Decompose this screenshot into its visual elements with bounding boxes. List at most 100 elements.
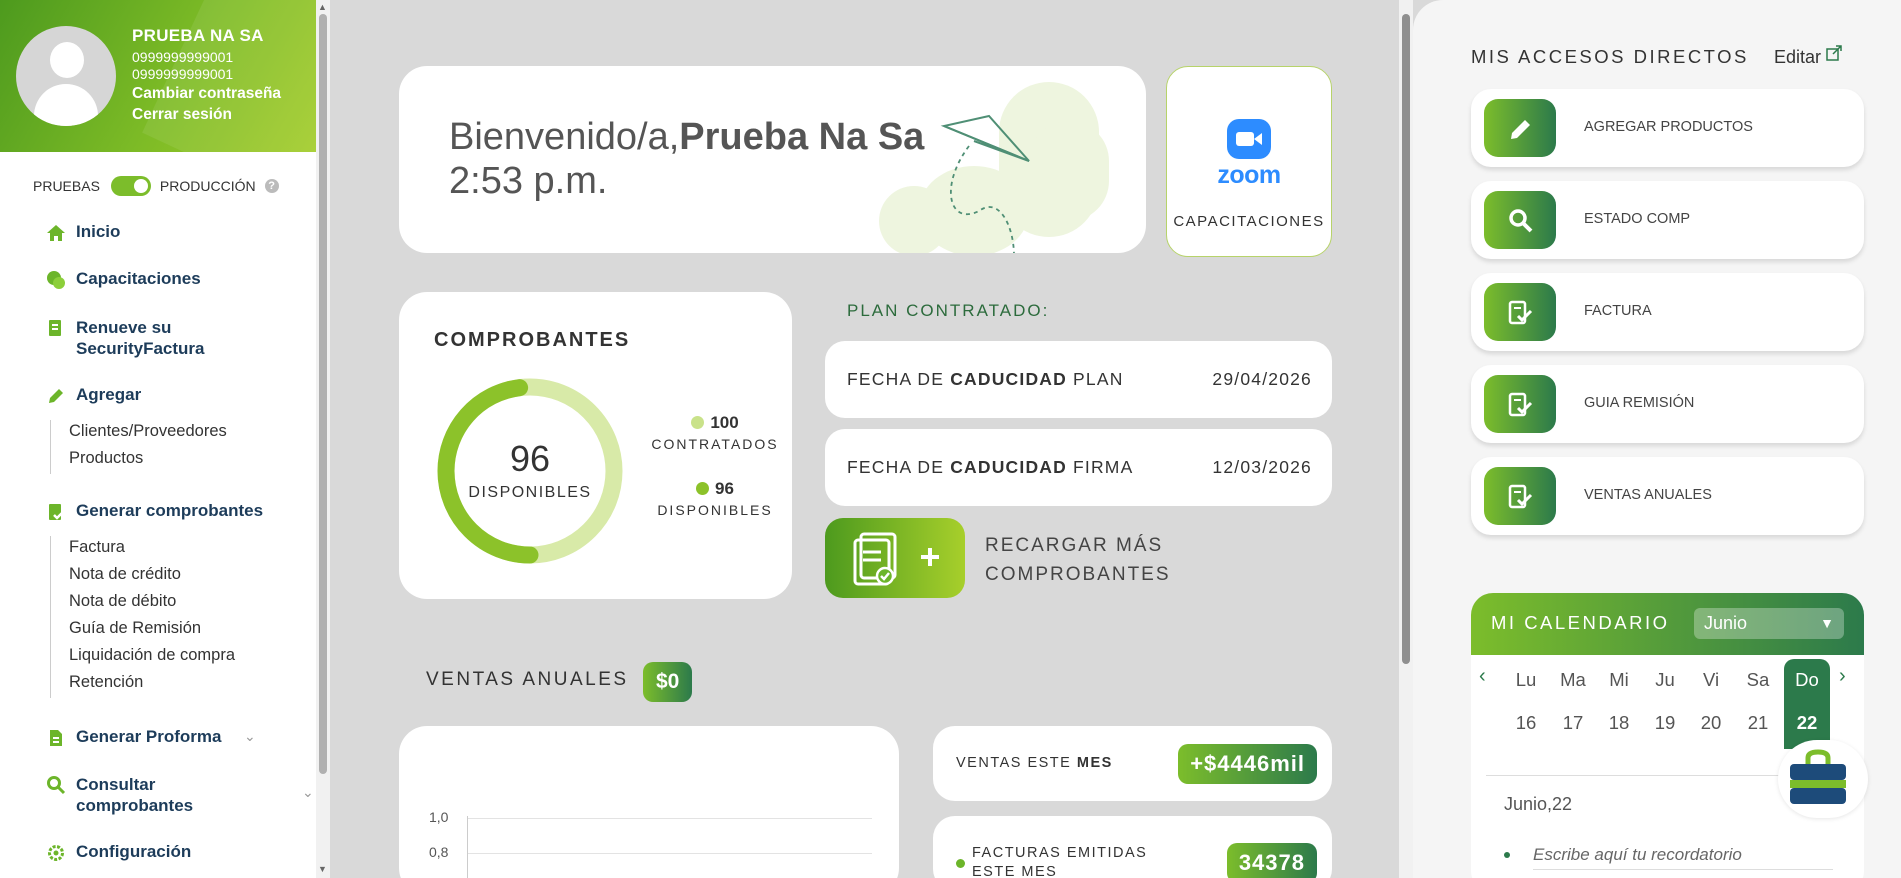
submenu-guide bbox=[50, 536, 51, 698]
company-name: PRUEBA NA SA bbox=[132, 26, 264, 45]
current-time: 2:53 p.m. bbox=[449, 160, 608, 202]
legend-disponibles: 96 DISPONIBLES bbox=[645, 479, 785, 518]
nav-consultar[interactable]: Consultar comprobantes bbox=[46, 774, 193, 816]
avatar bbox=[16, 26, 116, 126]
calendar-date[interactable]: 19 bbox=[1645, 712, 1685, 734]
document-check-icon bbox=[49, 504, 65, 520]
recharge-text-line2: COMPROBANTES bbox=[985, 564, 1171, 585]
home-icon bbox=[47, 225, 65, 241]
month-select[interactable]: Junio ▼ bbox=[1694, 608, 1844, 639]
weekday-label: Lu bbox=[1515, 669, 1537, 690]
document-check-icon bbox=[1508, 484, 1533, 509]
pencil-icon bbox=[1511, 120, 1530, 139]
sidebar-scrollbar[interactable]: ▲ ▼ bbox=[316, 0, 330, 878]
help-icon[interactable]: ? bbox=[264, 179, 279, 193]
legend-value: 96 bbox=[715, 479, 734, 498]
shortcut-guia-remision[interactable]: GUIA REMISIÓN bbox=[1471, 365, 1864, 443]
nav-label: Generar comprobantes bbox=[76, 501, 264, 520]
chevron-down-icon[interactable]: ⌄ bbox=[244, 728, 256, 745]
legend-value: 100 bbox=[710, 413, 739, 432]
nav-sub-nota-debito[interactable]: Nota de débito bbox=[69, 592, 176, 611]
nav-sub-clientes[interactable]: Clientes/Proveedores bbox=[69, 422, 227, 441]
main-scrollbar[interactable] bbox=[1399, 0, 1413, 878]
monthly-invoices-card: FACTURAS EMITIDAS ESTE MES 34378 bbox=[933, 816, 1332, 878]
annual-sales-badge: $0 bbox=[643, 662, 693, 702]
reminder-input[interactable]: Escribe aquí tu recordatorio bbox=[1533, 845, 1742, 865]
nav-sub-liquidacion[interactable]: Liquidación de compra bbox=[69, 646, 235, 665]
monthly-sales-badge: +$4446mil bbox=[1178, 744, 1317, 784]
calendar-date[interactable]: 21 bbox=[1738, 712, 1778, 734]
chevron-down-icon[interactable]: ⌄ bbox=[302, 784, 314, 801]
zoom-camera-icon bbox=[1227, 119, 1271, 159]
recharge-text[interactable]: RECARGAR MÁS COMPROBANTES bbox=[985, 531, 1171, 589]
calendar-date[interactable]: 16 bbox=[1506, 712, 1546, 734]
zoom-training-card[interactable]: zoom CAPACITACIONES bbox=[1166, 66, 1332, 257]
welcome-user: Prueba Na Sa bbox=[679, 116, 925, 158]
weekday-label: Mi bbox=[1609, 669, 1629, 690]
welcome-card: Bienvenido/a,Prueba Na Sa 2:53 p.m. bbox=[399, 66, 1146, 253]
monthly-sales-prefix: VENTAS ESTE bbox=[956, 755, 1077, 771]
calendar-date[interactable]: 18 bbox=[1599, 712, 1639, 734]
nav-configuracion[interactable]: Configuración bbox=[46, 842, 191, 863]
legend-contratados: 100 CONTRATADOS bbox=[645, 413, 785, 452]
shortcut-agregar-productos[interactable]: AGREGAR PRODUCTOS bbox=[1471, 89, 1864, 167]
search-icon bbox=[1509, 209, 1533, 233]
signature-expiry-prefix: FECHA DE bbox=[847, 457, 951, 477]
calendar-date-today[interactable]: 22 bbox=[1787, 712, 1827, 734]
nav-generar[interactable]: Generar comprobantes bbox=[46, 501, 263, 522]
month-select-value: Junio bbox=[1704, 613, 1748, 633]
nav-label: Inicio bbox=[76, 222, 121, 241]
shortcut-factura[interactable]: FACTURA bbox=[1471, 273, 1864, 351]
floating-support-button[interactable] bbox=[1778, 740, 1868, 818]
recharge-button[interactable] bbox=[825, 518, 965, 598]
document-check-icon bbox=[1508, 300, 1533, 325]
nav-sub-factura[interactable]: Factura bbox=[69, 538, 125, 557]
shortcut-label: FACTURA bbox=[1584, 303, 1652, 319]
recharge-text-line1: RECARGAR MÁS bbox=[985, 535, 1164, 556]
nav-sub-productos[interactable]: Productos bbox=[69, 449, 143, 468]
annual-sales-title: VENTAS ANUALES bbox=[426, 669, 629, 690]
chart-gridline bbox=[467, 853, 872, 854]
plus-icon bbox=[921, 548, 939, 566]
search-icon bbox=[47, 776, 66, 795]
nav-agregar[interactable]: Agregar bbox=[46, 385, 141, 406]
env-switch[interactable] bbox=[110, 176, 151, 196]
monthly-invoices-badge: 34378 bbox=[1226, 843, 1317, 878]
shortcut-ventas-anuales[interactable]: VENTAS ANUALES bbox=[1471, 457, 1864, 535]
nav-renueve[interactable]: Renueve su SecurityFactura bbox=[46, 317, 205, 359]
change-password-link[interactable]: Cambiar contraseña bbox=[132, 83, 281, 104]
nav-capacitaciones[interactable]: Capacitaciones bbox=[46, 269, 201, 290]
plan-expiry-row: FECHA DE CADUCIDAD PLAN 29/04/2026 bbox=[825, 341, 1332, 418]
selected-date-label: Junio,22 bbox=[1504, 794, 1573, 814]
calendar-prev-button[interactable]: ‹ bbox=[1479, 665, 1486, 688]
caret-down-icon: ▼ bbox=[1820, 615, 1834, 631]
nav-inicio[interactable]: Inicio bbox=[46, 222, 120, 243]
legend-label: DISPONIBLES bbox=[657, 502, 773, 518]
signature-expiry-suffix: FIRMA bbox=[1066, 457, 1134, 477]
shortcut-estado-comp[interactable]: ESTADO COMP bbox=[1471, 181, 1864, 259]
zoom-card-label: CAPACITACIONES bbox=[1173, 213, 1325, 230]
nav-sub-nota-credito[interactable]: Nota de crédito bbox=[69, 565, 181, 584]
bullet-icon bbox=[1504, 852, 1510, 858]
right-scrollbar[interactable] bbox=[1887, 0, 1901, 878]
company-ruc-secondary: 0999999999001 bbox=[132, 66, 234, 82]
nav-proforma[interactable]: Generar Proforma bbox=[46, 727, 222, 748]
comprobantes-card: COMPROBANTES 96 DISPONIBLES 100 CONTRATA… bbox=[399, 292, 792, 599]
legend-dot bbox=[691, 416, 705, 429]
calendar-header: MI CALENDARIO Junio ▼ bbox=[1471, 593, 1864, 655]
calendar-next-button[interactable]: › bbox=[1839, 665, 1846, 688]
nav-sub-guia-remision[interactable]: Guía de Remisión bbox=[69, 619, 201, 638]
nav-label-secondary: SecurityFactura bbox=[76, 339, 205, 358]
calendar-date[interactable]: 20 bbox=[1691, 712, 1731, 734]
edit-shortcuts-link[interactable]: Editar bbox=[1774, 45, 1842, 68]
reminder-underline bbox=[1533, 869, 1833, 870]
weekday-label: Do bbox=[1795, 669, 1819, 690]
shortcut-label: VENTAS ANUALES bbox=[1584, 487, 1712, 503]
nav-sub-retencion[interactable]: Retención bbox=[69, 673, 143, 692]
calendar-date[interactable]: 17 bbox=[1553, 712, 1593, 734]
plan-expiry-date: 29/04/2026 bbox=[1212, 369, 1312, 389]
logout-link[interactable]: Cerrar sesión bbox=[132, 104, 281, 125]
plan-expiry-bold: CADUCIDAD bbox=[950, 369, 1067, 389]
env-label-produccion: PRODUCCIÓN bbox=[159, 178, 256, 194]
monthly-invoices-label-1: FACTURAS EMITIDAS bbox=[972, 845, 1148, 861]
